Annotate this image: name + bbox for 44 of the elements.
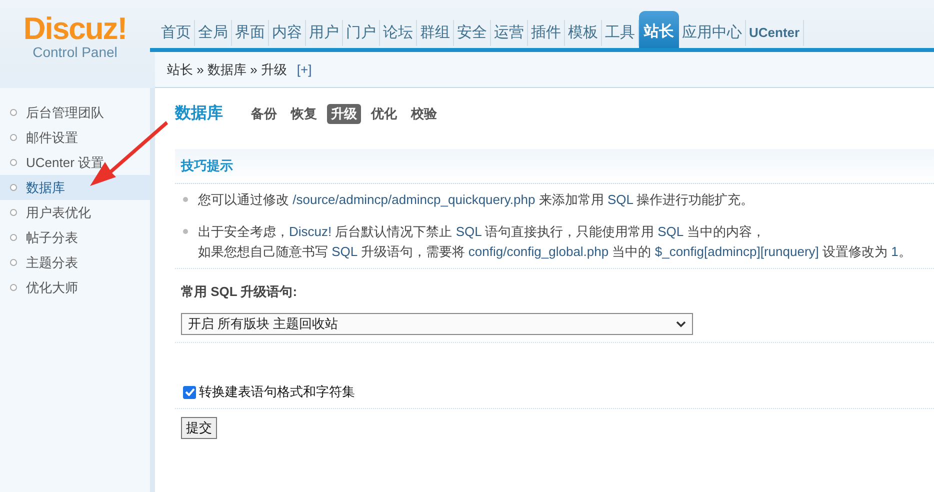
nav-tab[interactable]: 应用中心 [679, 20, 746, 46]
nav-tab[interactable]: 内容 [269, 20, 306, 46]
tip-text: 出于安全考虑，Discuz! 后台默认情况下禁止 SQL 语句直接执行，只能使用常用 SQL 当中的内容， 如果您想自己随意书写 SQL 升级语句，需要将 config/config_global.php 当中的 $_config[admincp][runquery] 设置修改为 1。 [198, 223, 912, 261]
checkbox[interactable] [183, 386, 196, 398]
section-tab[interactable]: 恢复 [287, 104, 321, 124]
tip-text: 您可以通过修改 /source/admincp/admincp_quickquery.php 来添加常用 SQL 操作进行功能扩充。 [198, 191, 754, 209]
sidebar-item[interactable]: 用户表优化 [0, 200, 150, 225]
nav-tab[interactable]: 站长 [639, 11, 679, 48]
bullet-icon [183, 229, 188, 234]
nav-tab[interactable]: 运营 [491, 20, 528, 46]
nav-tab[interactable]: UCenter [746, 20, 804, 46]
nav-tab[interactable]: 群组 [417, 20, 454, 46]
logo-subtitle: Control Panel [32, 44, 118, 60]
checkbox-label: 转换建表语句格式和字符集 [199, 383, 355, 401]
tips-title: 技巧提示 [181, 157, 233, 175]
sidebar-item[interactable]: 后台管理团队 [0, 100, 150, 125]
nav-tab[interactable]: 模板 [565, 20, 602, 46]
bullet-icon [183, 197, 188, 202]
breadcrumb: 站长 » 数据库 » 升级 [167, 60, 287, 78]
sql-select[interactable]: 开启 所有版块 主题回收站 [181, 313, 693, 335]
nav-tab[interactable]: 安全 [454, 20, 491, 46]
form-label: 常用 SQL 升级语句: [181, 283, 298, 301]
submit-button[interactable]: 提交 [181, 417, 217, 439]
page-title: 数据库 [175, 103, 223, 124]
sidebar-item[interactable]: UCenter 设置 [0, 150, 150, 175]
logo-text: Discuz! [23, 14, 127, 44]
sidebar-item[interactable]: 邮件设置 [0, 125, 150, 150]
section-tab[interactable]: 升级 [327, 104, 361, 124]
sidebar-item[interactable]: 数据库 [0, 175, 150, 200]
chevron-icon [676, 320, 686, 328]
add-link[interactable]: [+] [296, 62, 312, 77]
sidebar-item[interactable]: 优化大师 [0, 275, 150, 300]
nav-tab[interactable]: 插件 [528, 20, 565, 46]
section-tab[interactable]: 备份 [247, 104, 281, 124]
sidebar-item[interactable]: 主题分表 [0, 250, 150, 275]
nav-tab[interactable]: 用户 [306, 20, 343, 46]
nav-tab[interactable]: 门户 [343, 20, 380, 46]
sidebar-item[interactable]: 帖子分表 [0, 225, 150, 250]
section-tab[interactable]: 校验 [407, 104, 441, 124]
nav-tab[interactable]: 全局 [195, 20, 232, 46]
section-tab[interactable]: 优化 [367, 104, 401, 124]
nav-tab[interactable]: 论坛 [380, 20, 417, 46]
nav-tab[interactable]: 界面 [232, 20, 269, 46]
nav-tab[interactable]: 首页 [158, 20, 195, 46]
